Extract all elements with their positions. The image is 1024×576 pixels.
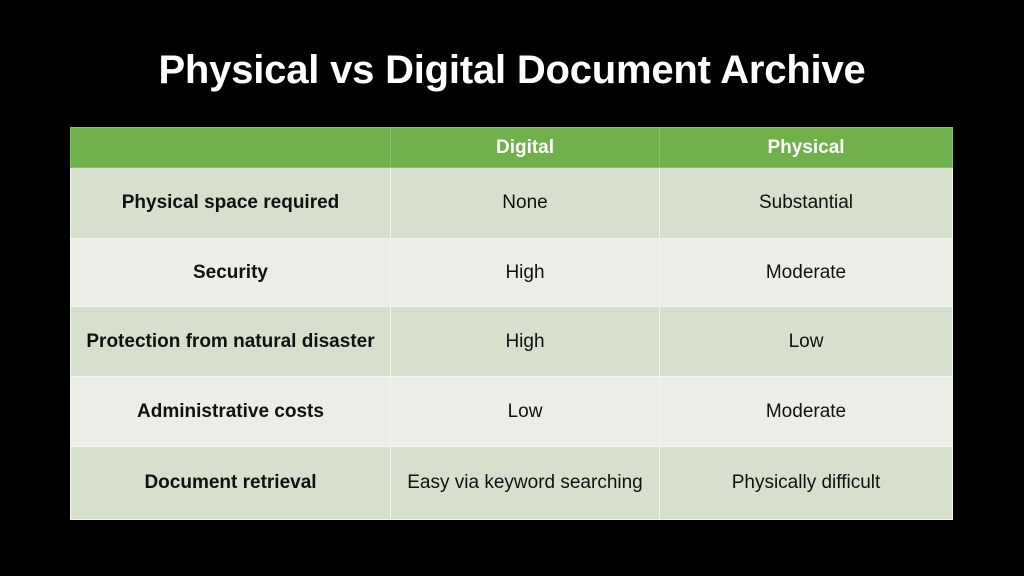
cell-physical: Substantial bbox=[659, 167, 953, 239]
cell-digital: High bbox=[390, 238, 660, 307]
table-header: Digital Physical bbox=[70, 127, 953, 168]
cell-digital: High bbox=[390, 306, 660, 377]
cell-digital: None bbox=[390, 167, 660, 239]
table-row: Administrative costs Low Moderate bbox=[70, 376, 953, 447]
cell-feature: Protection from natural disaster bbox=[70, 306, 391, 377]
comparison-table: Digital Physical Physical space required… bbox=[70, 127, 953, 520]
table-header-row: Digital Physical bbox=[70, 127, 953, 168]
table-row: Document retrieval Easy via keyword sear… bbox=[70, 446, 953, 520]
cell-digital: Low bbox=[390, 376, 660, 447]
page-title: Physical vs Digital Document Archive bbox=[158, 48, 866, 92]
column-header-digital: Digital bbox=[390, 127, 660, 168]
cell-feature: Security bbox=[70, 238, 391, 307]
cell-physical: Low bbox=[659, 306, 953, 377]
slide-canvas: Physical vs Digital Document Archive Dig… bbox=[0, 0, 1024, 576]
cell-physical: Moderate bbox=[659, 238, 953, 307]
cell-feature: Physical space required bbox=[70, 167, 391, 239]
column-header-physical: Physical bbox=[659, 127, 953, 168]
cell-feature: Administrative costs bbox=[70, 376, 391, 447]
column-header-feature bbox=[70, 127, 391, 168]
table-row: Physical space required None Substantial bbox=[70, 167, 953, 239]
table-row: Protection from natural disaster High Lo… bbox=[70, 306, 953, 377]
table-row: Security High Moderate bbox=[70, 238, 953, 307]
cell-digital: Easy via keyword searching bbox=[390, 446, 660, 520]
cell-physical: Moderate bbox=[659, 376, 953, 447]
cell-physical: Physically difficult bbox=[659, 446, 953, 520]
cell-feature: Document retrieval bbox=[70, 446, 391, 520]
table-body: Physical space required None Substantial… bbox=[70, 167, 953, 520]
